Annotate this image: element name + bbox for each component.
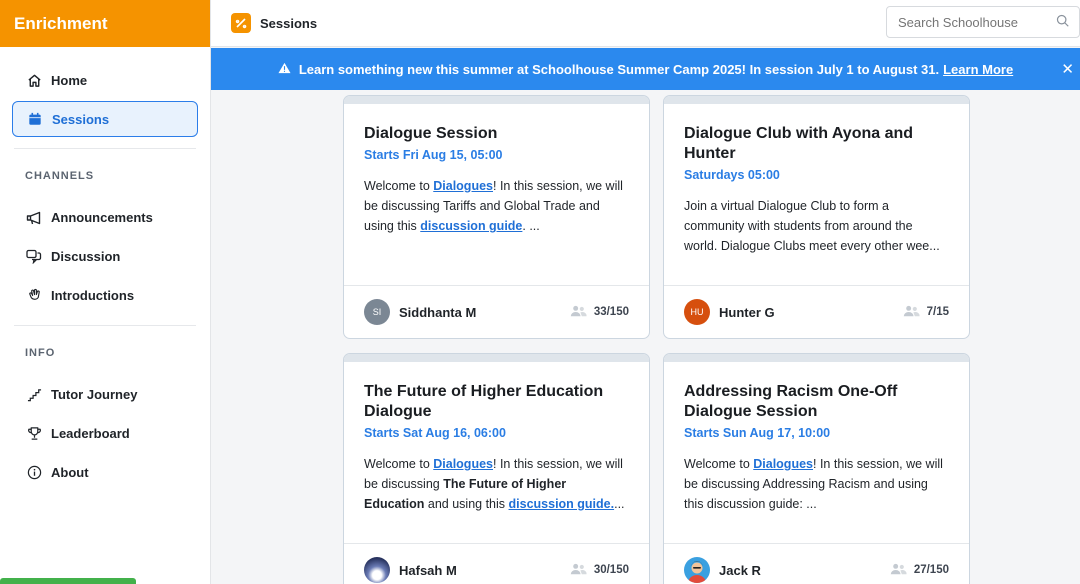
- card-footer: Jack R 27/150: [664, 543, 969, 584]
- sidebar-item-label: About: [51, 465, 89, 480]
- card-header-strip: [664, 96, 969, 104]
- session-description: Welcome to Dialogues! In this session, w…: [364, 179, 623, 233]
- card-footer: HU Hunter G 7/15: [664, 285, 969, 338]
- sidebar: Enrichment Home Sessions CHANNELS Announ…: [0, 0, 211, 584]
- people-icon: [890, 563, 907, 578]
- session-description: Welcome to Dialogues! In this session, w…: [364, 457, 625, 511]
- session-title[interactable]: Dialogue Session: [364, 124, 629, 144]
- card-header-strip: [344, 96, 649, 104]
- people-icon: [570, 305, 587, 320]
- card-header-strip: [344, 354, 649, 362]
- info-section-label: INFO: [25, 347, 56, 359]
- chat-bubbles-icon: [26, 249, 42, 265]
- session-title[interactable]: The Future of Higher Education Dialogue: [364, 382, 629, 422]
- session-card[interactable]: The Future of Higher Education Dialogue …: [343, 353, 650, 584]
- announcement-banner: Learn something new this summer at Schoo…: [211, 48, 1080, 90]
- sidebar-item-about[interactable]: About: [12, 453, 198, 492]
- banner-text: Learn something new this summer at Schoo…: [298, 61, 940, 77]
- sidebar-item-label: Discussion: [51, 249, 121, 264]
- avatar: HU: [684, 299, 710, 325]
- session-card[interactable]: Dialogue Club with Ayona and Hunter Satu…: [663, 95, 970, 339]
- people-icon: [570, 563, 587, 578]
- discussion-guide-link[interactable]: discussion guide.: [509, 497, 615, 511]
- close-icon[interactable]: ✕: [1061, 60, 1074, 78]
- sessions-app-icon: [231, 13, 251, 33]
- search-input[interactable]: [898, 14, 1048, 30]
- card-header-strip: [664, 354, 969, 362]
- sidebar-item-label: Leaderboard: [51, 426, 130, 441]
- avatar: [684, 557, 710, 583]
- participant-count: 27/150: [890, 563, 949, 578]
- participant-count: 7/15: [903, 305, 949, 320]
- dialogues-link[interactable]: Dialogues: [433, 457, 493, 471]
- host-name: Hafsah M: [399, 562, 457, 578]
- dialogues-link[interactable]: Dialogues: [753, 457, 813, 471]
- session-time: Starts Fri Aug 15, 05:00: [364, 148, 503, 162]
- sidebar-item-leaderboard[interactable]: Leaderboard: [12, 414, 198, 453]
- avatar: SI: [364, 299, 390, 325]
- host-name: Jack R: [719, 562, 761, 578]
- people-icon: [903, 305, 920, 320]
- session-time: Starts Sun Aug 17, 10:00: [684, 426, 831, 440]
- sidebar-item-home[interactable]: Home: [12, 62, 198, 98]
- session-card[interactable]: Addressing Racism One-Off Dialogue Sessi…: [663, 353, 970, 584]
- home-icon: [26, 72, 42, 88]
- sidebar-item-label: Introductions: [51, 288, 135, 303]
- sidebar-item-label: Announcements: [51, 210, 153, 225]
- sidebar-item-label: Tutor Journey: [51, 387, 138, 402]
- session-card[interactable]: Dialogue Session Starts Fri Aug 15, 05:0…: [343, 95, 650, 339]
- participant-count: 33/150: [570, 305, 629, 320]
- host-name: Hunter G: [719, 304, 775, 320]
- warning-icon: [278, 62, 291, 77]
- dialogues-link[interactable]: Dialogues: [433, 179, 493, 193]
- topbar: Sessions: [211, 0, 1080, 47]
- info-icon: [26, 465, 42, 481]
- page-title: Sessions: [260, 15, 318, 31]
- session-description: Welcome to Dialogues! In this session, w…: [684, 457, 943, 511]
- avatar: [364, 557, 390, 583]
- participant-count: 30/150: [570, 563, 629, 578]
- sidebar-item-discussion[interactable]: Discussion: [12, 237, 198, 276]
- session-title[interactable]: Dialogue Club with Ayona and Hunter: [684, 124, 949, 164]
- session-description: Join a virtual Dialogue Club to form a c…: [684, 199, 940, 253]
- session-time: Starts Sat Aug 16, 06:00: [364, 426, 506, 440]
- sidebar-item-announcements[interactable]: Announcements: [12, 198, 198, 237]
- help-widget-tab[interactable]: [0, 578, 136, 584]
- search-icon[interactable]: [1056, 14, 1070, 31]
- sidebar-item-sessions[interactable]: Sessions: [12, 101, 198, 137]
- stairs-icon: [26, 387, 42, 403]
- search-box[interactable]: [886, 6, 1080, 38]
- card-footer: Hafsah M 30/150: [344, 543, 649, 584]
- host-name: Siddhanta M: [399, 304, 477, 320]
- trophy-icon: [26, 426, 42, 442]
- channels-section-label: CHANNELS: [25, 170, 95, 182]
- megaphone-icon: [26, 210, 42, 226]
- sidebar-item-tutor-journey[interactable]: Tutor Journey: [12, 375, 198, 414]
- sidebar-item-introductions[interactable]: Introductions: [12, 276, 198, 315]
- calendar-icon: [27, 111, 43, 127]
- learn-more-link[interactable]: Learn More: [943, 62, 1013, 77]
- sidebar-item-label: Home: [51, 72, 88, 88]
- sidebar-item-label: Sessions: [52, 111, 110, 127]
- session-time: Saturdays 05:00: [684, 168, 780, 182]
- session-title[interactable]: Addressing Racism One-Off Dialogue Sessi…: [684, 382, 949, 422]
- brand-title[interactable]: Enrichment: [0, 0, 210, 47]
- card-footer: SI Siddhanta M 33/150: [344, 285, 649, 338]
- discussion-guide-link[interactable]: discussion guide: [420, 219, 522, 233]
- wave-hand-icon: [26, 288, 42, 304]
